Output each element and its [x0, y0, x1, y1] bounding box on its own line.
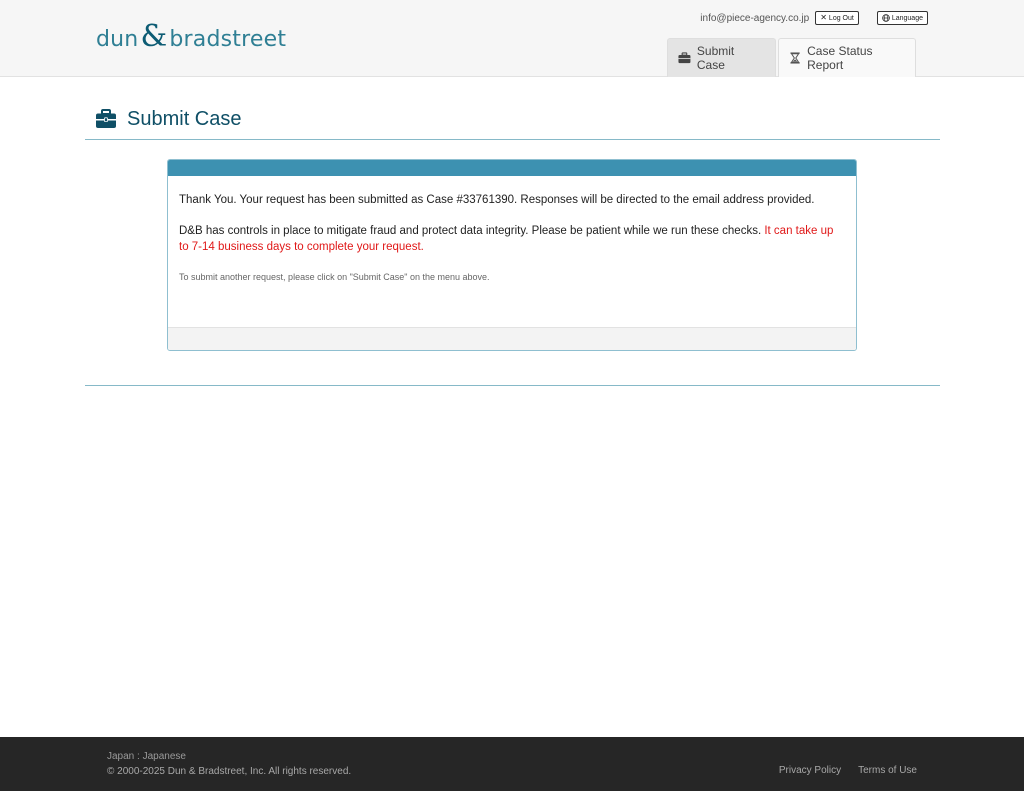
tab-case-status-report[interactable]: Case Status Report	[778, 38, 916, 77]
globe-icon	[882, 14, 890, 22]
logout-button[interactable]: ✕ Log Out	[815, 11, 859, 25]
hourglass-icon	[790, 52, 800, 64]
privacy-policy-link[interactable]: Privacy Policy	[779, 765, 841, 776]
tab-submit-case[interactable]: Submit Case	[667, 38, 776, 77]
site-footer: Japan : Japanese © 2000-2025 Dun & Brads…	[0, 737, 1024, 791]
language-label: Language	[891, 14, 923, 22]
site-header: dun & bradstreet info@piece-agency.co.jp…	[0, 0, 1024, 77]
tab-label: Case Status Report	[807, 44, 873, 72]
region-selector[interactable]: Japan : Japanese	[107, 751, 186, 762]
controls-text: D&B has controls in place to mitigate fr…	[179, 225, 765, 237]
panel-header	[168, 160, 856, 176]
confirmation-panel: Thank You. Your request has been submitt…	[167, 159, 857, 351]
submission-confirmation-text: Thank You. Your request has been submitt…	[179, 194, 815, 206]
user-email: info@piece-agency.co.jp	[700, 12, 810, 24]
terms-of-use-link[interactable]: Terms of Use	[858, 765, 917, 776]
logo-text-dun: dun	[96, 26, 139, 52]
submit-another-hint: To submit another request, please click …	[179, 272, 490, 282]
fraud-controls-text: D&B has controls in place to mitigate fr…	[179, 223, 845, 255]
dnb-logo[interactable]: dun & bradstreet	[96, 19, 287, 54]
panel-footer	[168, 327, 856, 350]
panel-body: Thank You. Your request has been submitt…	[168, 176, 856, 327]
content-divider	[85, 385, 940, 386]
tab-label: Submit Case	[696, 44, 735, 72]
logo-ampersand: &	[140, 19, 168, 54]
page-title-text: Submit Case	[127, 107, 242, 130]
footer-links: Privacy Policy Terms of Use	[779, 765, 917, 776]
briefcase-icon	[96, 109, 116, 128]
logout-label: Log Out	[828, 14, 854, 22]
briefcase-icon	[678, 52, 691, 64]
main-nav-tabs: Submit Case Case Status Report	[667, 38, 916, 77]
user-bar: info@piece-agency.co.jp ✕ Log Out Langua…	[700, 11, 928, 25]
logo-text-bradstreet: bradstreet	[169, 26, 287, 52]
page-title: Submit Case	[95, 104, 242, 134]
language-button[interactable]: Language	[876, 11, 928, 25]
x-icon: ✕	[820, 13, 827, 22]
copyright-text: © 2000-2025 Dun & Bradstreet, Inc. All r…	[107, 766, 352, 777]
page-title-section: Submit Case	[85, 104, 940, 140]
